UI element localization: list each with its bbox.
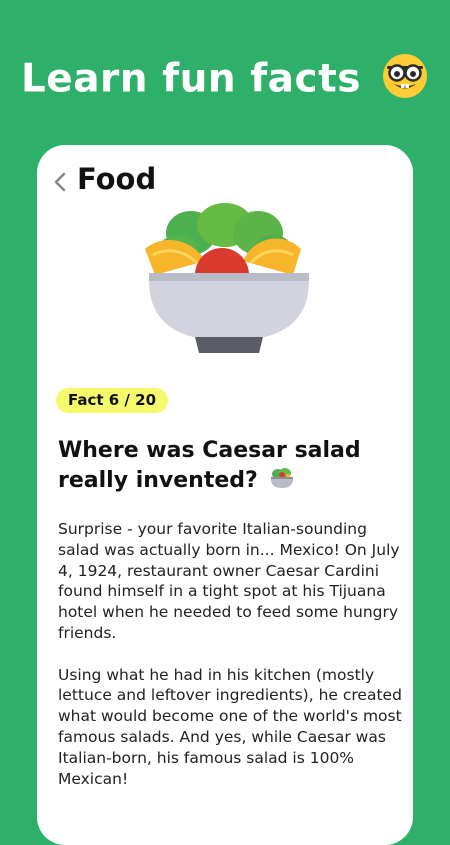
- chevron-left-icon: [54, 172, 66, 192]
- fact-paragraph: Surprise - your favorite Italian-soundin…: [58, 520, 400, 642]
- nerd-face-icon: [381, 52, 429, 110]
- salad-bowl-illustration: [145, 203, 309, 353]
- fact-question: Where was Caesar salad really invented?: [58, 436, 398, 499]
- fact-question-text: Where was Caesar salad really invented?: [58, 438, 361, 493]
- fact-card: Food Fact 6 / 20 Where was Caesar salad …: [37, 145, 413, 845]
- fact-counter-badge: Fact 6 / 20: [56, 388, 169, 413]
- category-title: Food: [77, 162, 157, 196]
- salad-icon: [269, 466, 295, 499]
- promo-headline: Learn fun facts: [0, 52, 450, 110]
- fact-answer: Surprise - your favorite Italian-soundin…: [58, 519, 403, 810]
- promo-headline-text: Learn fun facts: [20, 56, 361, 102]
- back-button[interactable]: [45, 167, 75, 197]
- fact-paragraph: Using what he had in his kitchen (mostly…: [58, 665, 402, 788]
